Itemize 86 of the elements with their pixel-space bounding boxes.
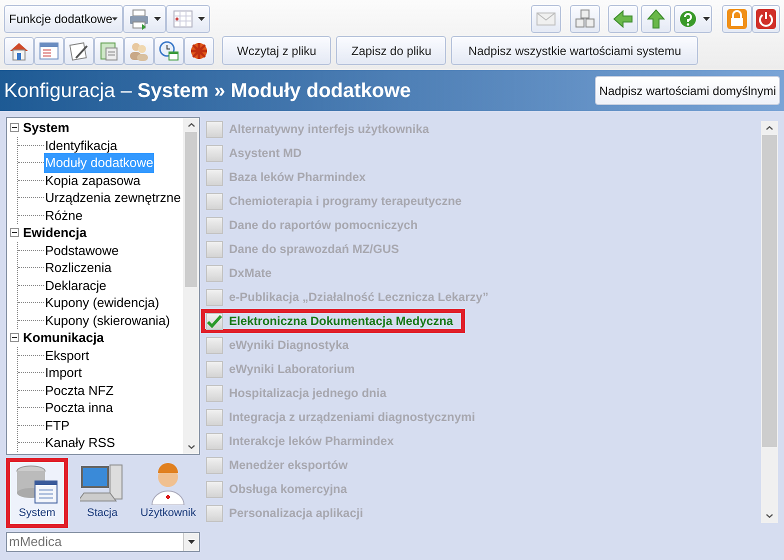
tree-item[interactable]: Kopia zapasowa (44, 170, 142, 190)
tree-item[interactable]: Rozliczenia (44, 258, 112, 278)
home-button[interactable] (4, 36, 34, 64)
scope-button[interactable]: Użytkownik (136, 458, 200, 528)
tree-item[interactable]: Deklaracje (44, 276, 108, 295)
print-button[interactable] (123, 5, 166, 33)
lock-icon (726, 8, 748, 30)
module-label[interactable]: Elektroniczna Dokumentacja Medyczna (229, 312, 454, 330)
module-checkbox[interactable] (206, 360, 223, 378)
file-button[interactable]: Wczytaj z pliku (222, 36, 332, 65)
tree-item[interactable]: Różne (44, 206, 84, 225)
clock-calendar-icon (158, 40, 180, 62)
scroll-up-icon[interactable] (766, 126, 773, 130)
lock-button[interactable] (722, 5, 752, 33)
tree-item[interactable]: FTP (44, 416, 71, 435)
left-arrow-icon (612, 8, 634, 30)
people-button[interactable] (124, 36, 154, 64)
caret-icon (702, 17, 710, 21)
printer-icon (128, 8, 150, 30)
scroll-down-icon[interactable] (766, 514, 773, 518)
collapse-toggle[interactable] (10, 228, 19, 238)
module-checkbox[interactable] (206, 432, 223, 450)
database-icon (15, 462, 60, 504)
module-checkbox[interactable] (206, 240, 223, 258)
caret-icon (154, 17, 161, 21)
tree-item[interactable]: Identyfikacja (44, 136, 118, 155)
caret-icon (198, 17, 204, 21)
scrollbar[interactable] (183, 118, 199, 454)
profile-select[interactable]: mMedica (6, 532, 200, 552)
menu-button[interactable]: Funkcje dodatkowe (4, 5, 123, 33)
scope-button[interactable]: Stacja (71, 458, 134, 528)
file-button[interactable]: Zapisz do pliku (336, 36, 446, 65)
defaults-button[interactable]: Nadpisz wartościami domyślnymi (595, 76, 780, 105)
tree-group[interactable]: Ewidencja (23, 223, 87, 242)
tree-item[interactable]: Poczta NFZ (44, 380, 115, 400)
module-checkbox[interactable] (206, 480, 223, 498)
view-button[interactable] (166, 5, 210, 33)
module-checkbox[interactable] (206, 456, 223, 474)
scrollbar[interactable] (761, 121, 778, 523)
tree-item[interactable]: Kupony (skierowania) (44, 310, 172, 330)
module-checkbox[interactable] (206, 168, 223, 186)
module-checkbox[interactable] (206, 192, 223, 210)
module-checkbox[interactable] (206, 216, 223, 234)
tree-item[interactable]: Kanały RSS (44, 433, 116, 452)
caret-icon (112, 17, 118, 21)
module-checkbox[interactable] (206, 336, 223, 354)
page-title: Konfiguracja – System » Moduły dodatkowe (4, 78, 411, 104)
power-icon (755, 8, 777, 30)
card-icon (38, 40, 60, 62)
power-button[interactable] (752, 5, 780, 33)
clock-calendar-button[interactable] (154, 36, 184, 64)
tree-item[interactable]: Kupony (ewidencja) (44, 293, 160, 312)
computer-icon (80, 462, 124, 504)
scroll-down-icon[interactable] (188, 445, 194, 449)
caret-icon (188, 540, 195, 544)
up-arrow-icon (645, 8, 667, 30)
module-checkbox[interactable] (206, 384, 223, 402)
checkmark-icon (207, 314, 222, 328)
tree-item[interactable]: Eksport (44, 346, 90, 365)
up-button[interactable] (641, 5, 671, 33)
back-button[interactable] (608, 5, 638, 33)
tree-group[interactable]: Komunikacja (23, 328, 104, 348)
module-checkbox[interactable] (206, 504, 223, 522)
module-checkbox[interactable] (206, 264, 223, 282)
mail-button[interactable] (531, 5, 561, 33)
card-button[interactable] (34, 36, 64, 64)
document-pen-icon (68, 40, 90, 62)
table-icon (172, 8, 194, 30)
module-checkbox[interactable] (206, 288, 223, 306)
module-checkbox[interactable] (206, 408, 223, 426)
scroll-up-icon[interactable] (188, 123, 194, 127)
tree-item[interactable]: Import (44, 363, 83, 382)
scope-button[interactable]: System (6, 458, 68, 528)
tree-item[interactable]: Podstawowe (44, 240, 120, 260)
tree-group[interactable]: System (23, 118, 70, 138)
help-button[interactable] (674, 5, 712, 33)
document-pen-button[interactable] (64, 36, 94, 64)
tree-item[interactable]: Urządzenia zewnętrzne (44, 188, 182, 208)
module-checkbox[interactable] (206, 120, 223, 138)
module-checkbox[interactable] (206, 144, 223, 162)
medical-star-button[interactable] (184, 36, 214, 64)
file-button[interactable]: Nadpisz wszystkie wartościami systemu (451, 36, 698, 65)
module-checkbox[interactable] (206, 312, 223, 330)
collapse-toggle[interactable] (10, 333, 19, 342)
collapse-toggle[interactable] (10, 123, 19, 132)
tree-item[interactable]: Poczta inna (44, 398, 114, 418)
